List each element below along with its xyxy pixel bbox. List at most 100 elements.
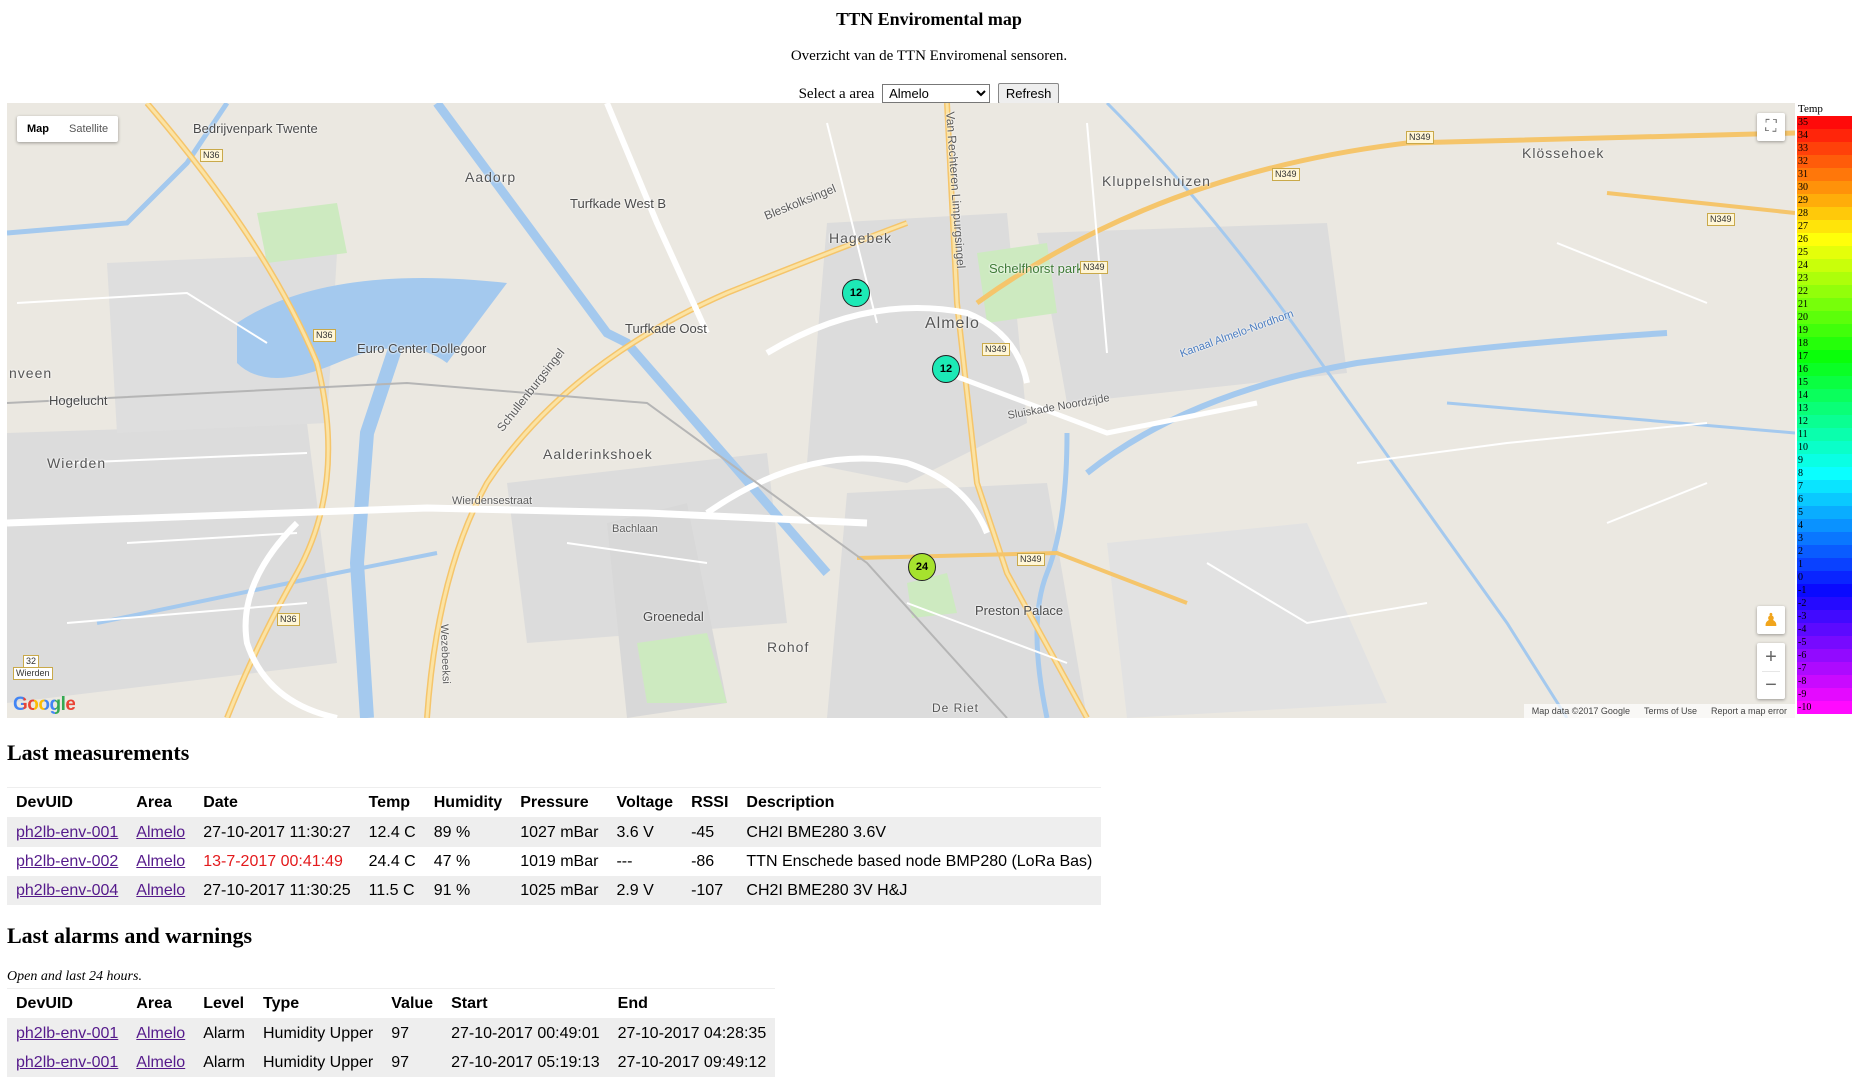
street-view-pegman[interactable]: ♟ bbox=[1757, 606, 1785, 634]
area-selector-row: Select a area Almelo Refresh bbox=[0, 83, 1858, 104]
area-select[interactable]: Almelo bbox=[882, 84, 991, 103]
devuid-link[interactable]: ph2lb-env-001 bbox=[16, 1025, 118, 1042]
cell-value: 97 bbox=[382, 1048, 443, 1077]
map-label-euro-center: Euro Center Dollegoor bbox=[357, 341, 487, 356]
col-voltage: Voltage bbox=[607, 787, 683, 818]
sensor-marker[interactable]: 12 bbox=[932, 355, 960, 383]
cell-level: Alarm bbox=[194, 1018, 254, 1048]
area-link[interactable]: Almelo bbox=[136, 824, 185, 841]
map-type-map-button[interactable]: Map bbox=[17, 116, 59, 142]
map-type-satellite-button[interactable]: Satellite bbox=[59, 116, 118, 142]
map-label-aadorp: Aadorp bbox=[465, 169, 517, 185]
cell-temp: 11.5 C bbox=[359, 876, 425, 905]
alarms-note: Open and last 24 hours. bbox=[7, 969, 142, 984]
pegman-icon: ♟ bbox=[1762, 609, 1780, 630]
legend-cell: 16 bbox=[1797, 363, 1852, 376]
legend-cell: 3 bbox=[1797, 532, 1852, 545]
road-shield-n349: N349 bbox=[1272, 168, 1300, 181]
legend-cell: 14 bbox=[1797, 389, 1852, 402]
devuid-link[interactable]: ph2lb-env-001 bbox=[16, 824, 118, 841]
map-attribution: Map data ©2017 Google Terms of Use Repor… bbox=[1523, 704, 1795, 718]
map-label-hagebek: Hagebek bbox=[829, 230, 893, 246]
map-label-wierdensestraat: Wierdensestraat bbox=[452, 495, 533, 507]
col-devuid: DevUID bbox=[7, 988, 128, 1019]
cell-devuid: ph2lb-env-001 bbox=[7, 1018, 128, 1048]
legend-cell: 23 bbox=[1797, 272, 1852, 285]
map-label-de-riet: De Riet bbox=[932, 701, 980, 715]
col-area: Area bbox=[127, 988, 195, 1019]
map-label-nveen: nveen bbox=[9, 365, 53, 381]
devuid-link[interactable]: ph2lb-env-004 bbox=[16, 882, 118, 899]
map-type-control: Map Satellite bbox=[17, 116, 119, 142]
map-base-layer[interactable] bbox=[7, 103, 1795, 718]
zoom-control: + − bbox=[1757, 643, 1785, 699]
cell-pressure: 1027 mBar bbox=[511, 817, 608, 847]
map-view[interactable]: Map Satellite ⛶ ♟ + − Google Map data ©2… bbox=[7, 103, 1795, 718]
map-label-bedrijvenpark: Bedrijvenpark Twente bbox=[193, 121, 318, 136]
area-link[interactable]: Almelo bbox=[136, 882, 185, 899]
road-shield-n349: N349 bbox=[982, 343, 1010, 356]
col-rssi: RSSI bbox=[682, 787, 738, 818]
alarms-table: DevUID Area Level Type Value Start End p… bbox=[7, 988, 776, 1077]
legend-cell: -2 bbox=[1797, 597, 1852, 610]
col-value: Value bbox=[382, 988, 443, 1019]
legend-cell: 35 bbox=[1797, 116, 1852, 129]
cell-voltage: 2.9 V bbox=[607, 876, 683, 905]
legend-cell: -5 bbox=[1797, 636, 1852, 649]
cell-devuid: ph2lb-env-004 bbox=[7, 876, 128, 905]
map-label-wezebeeksingel: Wezebeeksi bbox=[437, 623, 452, 685]
cell-start: 27-10-2017 00:49:01 bbox=[442, 1018, 609, 1048]
fullscreen-icon: ⛶ bbox=[1765, 118, 1777, 135]
terms-of-use-link[interactable]: Terms of Use bbox=[1644, 706, 1697, 716]
col-temp: Temp bbox=[359, 787, 425, 818]
zoom-out-button[interactable]: − bbox=[1765, 672, 1777, 699]
col-pressure: Pressure bbox=[511, 787, 608, 818]
legend-cell: 10 bbox=[1797, 441, 1852, 454]
legend-cell: 9 bbox=[1797, 454, 1852, 467]
legend-cell: 0 bbox=[1797, 571, 1852, 584]
report-map-error-link[interactable]: Report a map error bbox=[1711, 706, 1787, 716]
map-label-aalderinkshoek: Aalderinkshoek bbox=[543, 446, 653, 462]
sensor-marker[interactable]: 12 bbox=[842, 279, 870, 307]
cell-description: CH2I BME280 3.6V bbox=[737, 817, 1102, 847]
google-logo[interactable]: Google bbox=[13, 694, 76, 716]
cell-area: Almelo bbox=[127, 817, 195, 847]
legend-cell: 5 bbox=[1797, 506, 1852, 519]
page-subtitle: Overzicht van de TTN Enviromenal sensore… bbox=[790, 48, 1068, 64]
legend-cell: -8 bbox=[1797, 675, 1852, 688]
legend-cell: 7 bbox=[1797, 480, 1852, 493]
road-shield-n349: N349 bbox=[1017, 553, 1045, 566]
cell-area: Almelo bbox=[127, 876, 195, 905]
legend-cell: -3 bbox=[1797, 610, 1852, 623]
cell-temp: 12.4 C bbox=[359, 817, 425, 847]
devuid-link[interactable]: ph2lb-env-002 bbox=[16, 853, 118, 870]
area-link[interactable]: Almelo bbox=[136, 1025, 185, 1042]
road-shield-n36: N36 bbox=[277, 613, 300, 626]
legend-cell: -10 bbox=[1797, 701, 1852, 714]
table-row: ph2lb-env-004 Almelo 27-10-2017 11:30:25… bbox=[7, 876, 1102, 905]
area-link[interactable]: Almelo bbox=[136, 853, 185, 870]
area-link[interactable]: Almelo bbox=[136, 1054, 185, 1071]
devuid-link[interactable]: ph2lb-env-001 bbox=[16, 1054, 118, 1071]
legend-cell: 33 bbox=[1797, 142, 1852, 155]
cell-value: 97 bbox=[382, 1018, 443, 1048]
cell-level: Alarm bbox=[194, 1048, 254, 1077]
fullscreen-button[interactable]: ⛶ bbox=[1757, 113, 1785, 141]
table-row: ph2lb-env-001 Almelo Alarm Humidity Uppe… bbox=[7, 1018, 776, 1048]
legend-cell: 18 bbox=[1797, 337, 1852, 350]
map-label-preston-palace: Preston Palace bbox=[975, 603, 1064, 618]
zoom-in-button[interactable]: + bbox=[1765, 643, 1777, 671]
sensor-marker[interactable]: 24 bbox=[908, 553, 936, 581]
col-humidity: Humidity bbox=[424, 787, 512, 818]
cell-pressure: 1025 mBar bbox=[511, 876, 608, 905]
map-label-turfkade-oost: Turfkade Oost bbox=[625, 321, 707, 336]
cell-pressure: 1019 mBar bbox=[511, 847, 608, 876]
cell-description: CH2I BME280 3V H&J bbox=[737, 876, 1102, 905]
map-label-hogelucht: Hogelucht bbox=[49, 393, 108, 408]
map-label-schelfhorst: Schelfhorst park bbox=[989, 261, 1083, 276]
refresh-button[interactable]: Refresh bbox=[997, 83, 1060, 104]
cell-date: 27-10-2017 11:30:25 bbox=[194, 876, 360, 905]
legend-cell: 6 bbox=[1797, 493, 1852, 506]
col-level: Level bbox=[194, 988, 254, 1019]
road-shield-n36: N36 bbox=[313, 329, 336, 342]
